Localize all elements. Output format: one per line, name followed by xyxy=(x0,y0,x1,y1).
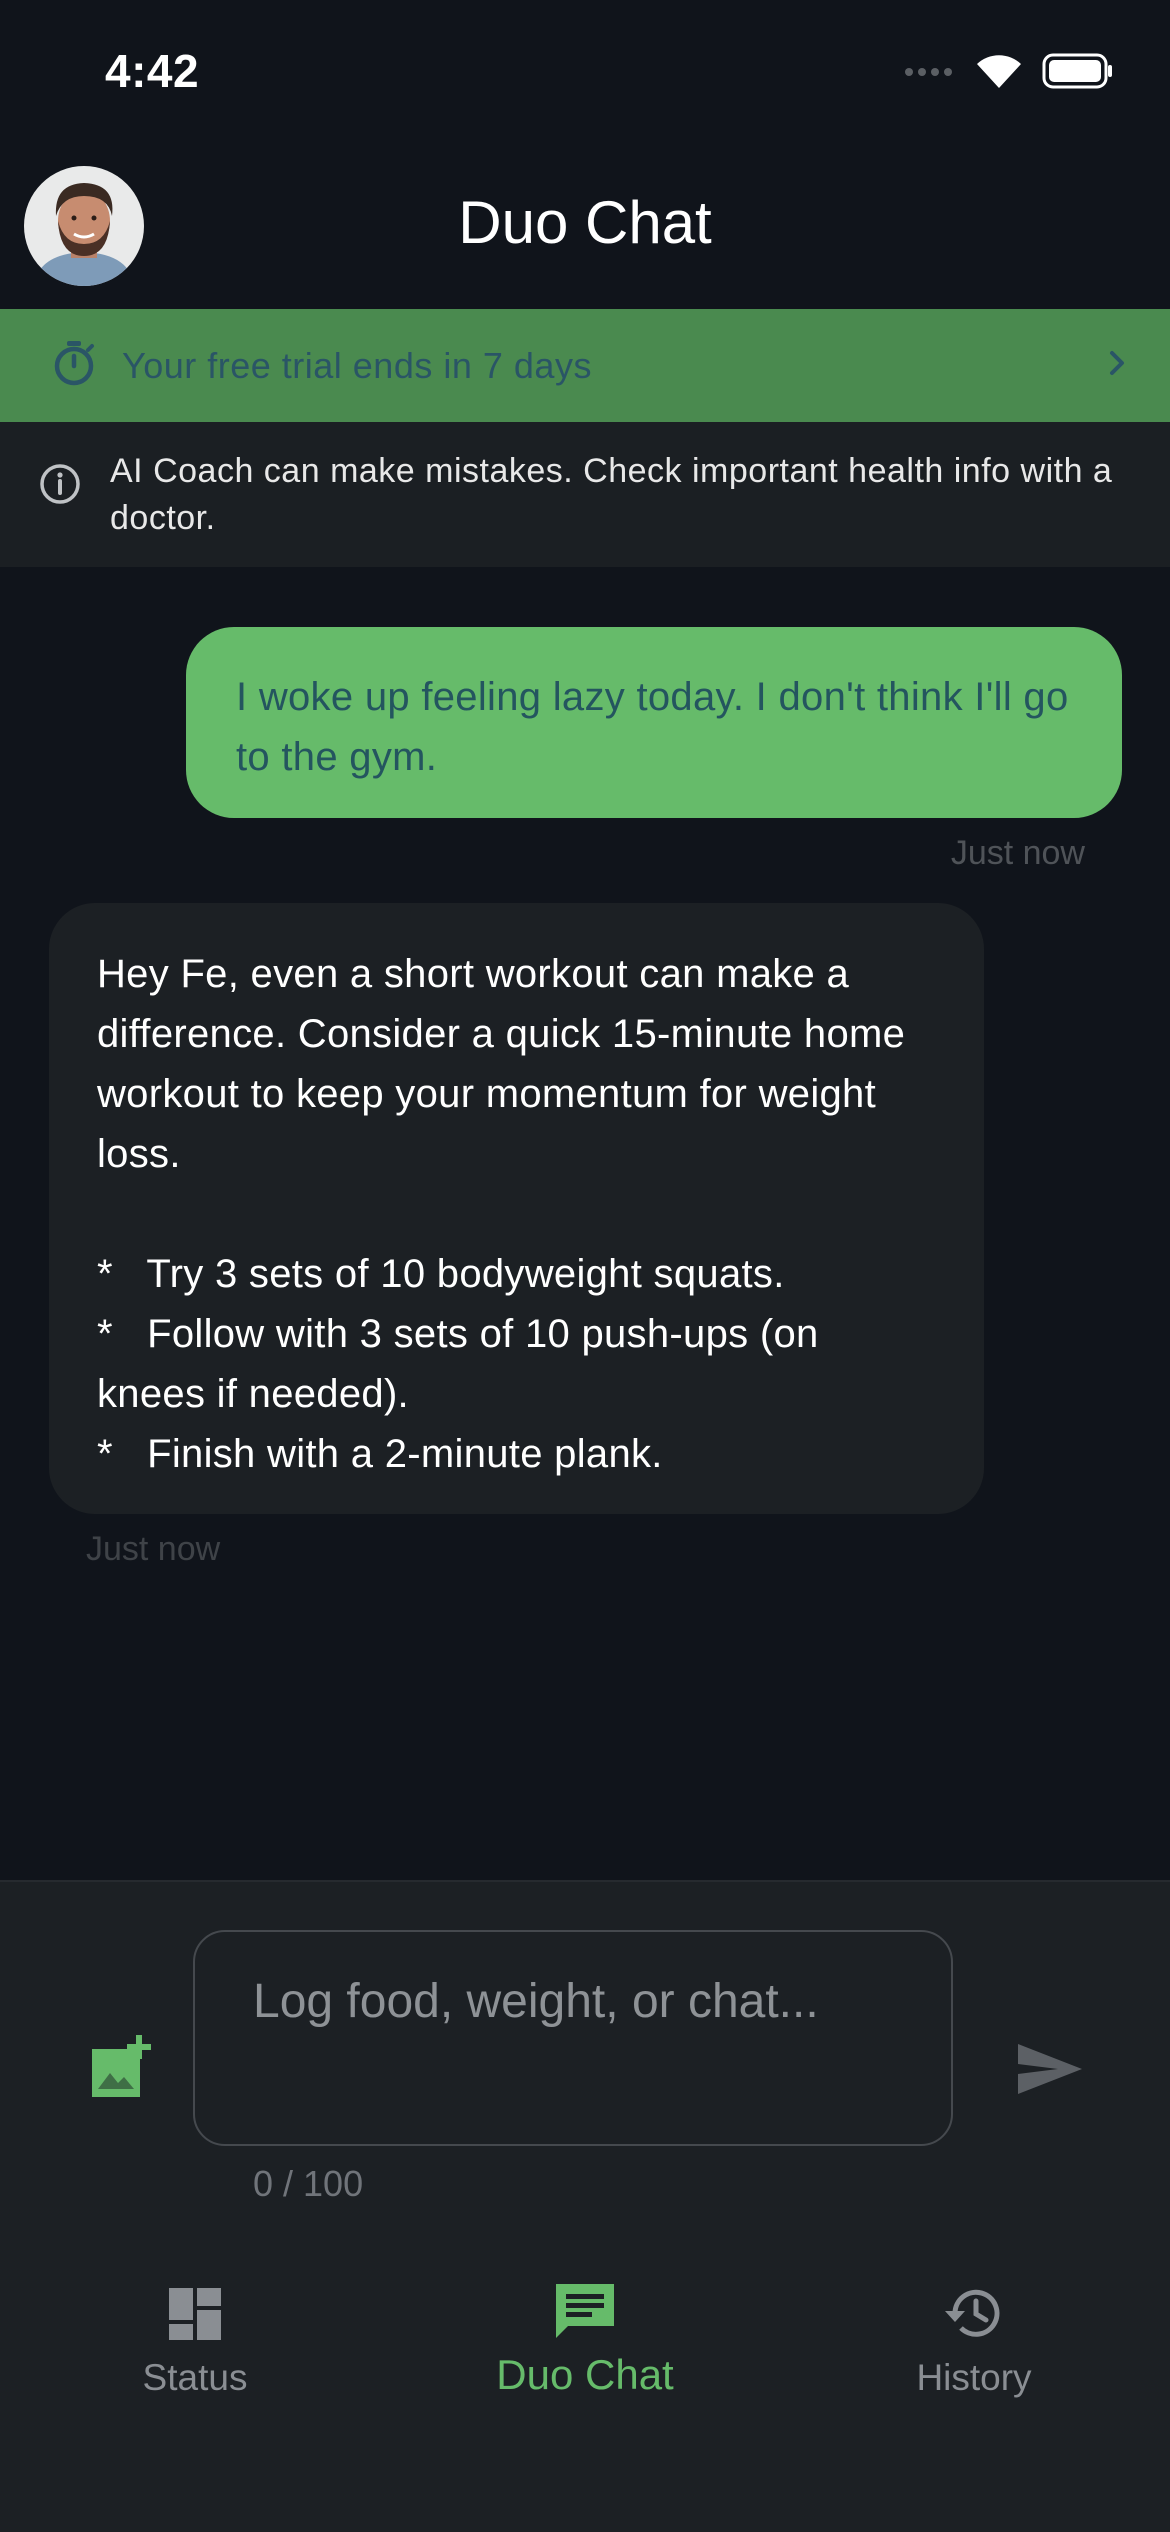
signal-icon xyxy=(904,64,956,83)
trial-banner[interactable]: Your free trial ends in 7 days xyxy=(0,309,1170,422)
input-placeholder: Log food, weight, or chat... xyxy=(253,1975,819,2028)
trial-text: Your free trial ends in 7 days xyxy=(122,344,592,386)
message-timestamp: Just now xyxy=(86,1530,221,1568)
send-icon xyxy=(1012,2044,1086,2110)
disclaimer-banner: AI Coach can make mistakes. Check import… xyxy=(0,422,1170,567)
page-title: Duo Chat xyxy=(458,189,712,256)
coach-message-bubble: Hey Fe, even a short workout can make a … xyxy=(49,903,984,1514)
character-counter: 0 / 100 xyxy=(253,2163,364,2204)
timer-icon xyxy=(50,339,98,392)
history-icon xyxy=(874,2282,1074,2349)
status-time: 4:42 xyxy=(105,45,200,97)
battery-icon xyxy=(1042,53,1114,94)
user-message-bubble: I woke up feeling lazy today. I don't th… xyxy=(186,627,1122,818)
dashboard-icon xyxy=(95,2284,295,2349)
nav-label: Status xyxy=(142,2357,248,2398)
info-icon xyxy=(38,462,82,511)
message-text: I woke up feeling lazy today. I don't th… xyxy=(236,675,1080,779)
nav-label: History xyxy=(916,2357,1032,2398)
nav-label: Duo Chat xyxy=(496,2351,674,2398)
chevron-right-icon xyxy=(1106,345,1130,386)
add-photo-icon xyxy=(86,2035,156,2107)
send-button[interactable] xyxy=(1012,2032,1086,2106)
disclaimer-text: AI Coach can make mistakes. Check import… xyxy=(110,452,1113,537)
message-text: Hey Fe, even a short workout can make a … xyxy=(97,952,906,1476)
bottom-navigation: Status Duo Chat History xyxy=(0,2270,1170,2532)
message-timestamp: Just now xyxy=(950,834,1085,872)
wifi-icon xyxy=(974,52,1024,95)
message-input[interactable]: Log food, weight, or chat... xyxy=(193,1930,953,2146)
nav-item-history[interactable]: History xyxy=(874,2270,1074,2399)
nav-item-duo-chat[interactable]: Duo Chat xyxy=(465,2270,705,2399)
add-photo-button[interactable] xyxy=(86,2033,156,2103)
status-icons xyxy=(904,52,1114,95)
chat-icon xyxy=(465,2280,705,2349)
nav-item-status[interactable]: Status xyxy=(95,2270,295,2399)
